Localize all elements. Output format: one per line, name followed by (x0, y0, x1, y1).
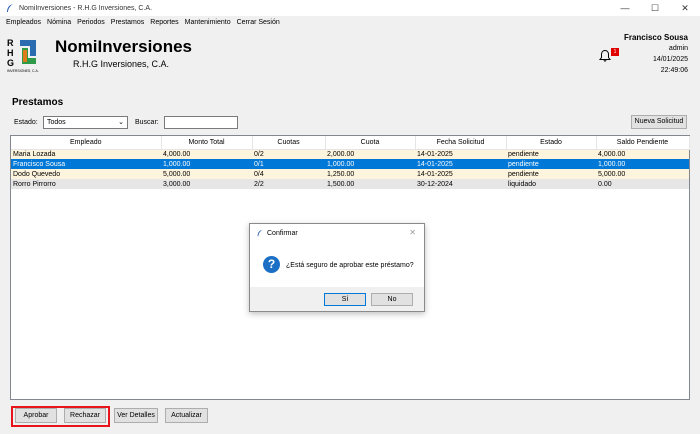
svg-text:INVERSIONES, C.A.: INVERSIONES, C.A. (7, 69, 39, 73)
user-name: Francisco Sousa (623, 33, 688, 42)
table-cell: liquidado (506, 179, 596, 189)
column-header[interactable]: Cuota (325, 136, 416, 150)
table-row-selected[interactable]: Francisco Sousa 1,000.00 0/1 1,000.00 14… (11, 159, 689, 169)
table-row[interactable]: Dodo Quevedo 5,000.00 0/4 1,250.00 14-01… (11, 169, 689, 179)
menu-bar: Empleados Nómina Periodos Prestamos Repo… (0, 16, 700, 29)
maximize-button[interactable]: ☐ (640, 0, 670, 16)
page-title: Prestamos (12, 97, 64, 108)
table-cell: Rorro Pirrorro (11, 179, 161, 189)
dialog-footer: Sí No (250, 287, 424, 311)
table-cell: 0.00 (596, 179, 689, 189)
yes-button[interactable]: Sí (324, 293, 366, 306)
menu-mantenimiento[interactable]: Mantenimiento (182, 19, 234, 26)
svg-text:R: R (7, 38, 14, 48)
dialog-title-bar: Confirmar ✕ (250, 224, 424, 242)
table-cell: pendiente (506, 169, 596, 179)
table-cell: 5,000.00 (161, 169, 252, 179)
column-header[interactable]: Monto Total (161, 136, 253, 150)
window-title: NomiInversiones - R.H.G Inversiones, C.A… (19, 4, 153, 12)
column-header[interactable]: Saldo Pendiente (596, 136, 690, 150)
minimize-button[interactable]: — (610, 0, 640, 16)
no-button[interactable]: No (371, 293, 413, 306)
current-time: 22:49:06 (660, 67, 688, 74)
menu-nomina[interactable]: Nómina (44, 19, 74, 26)
notification-badge: 1 (611, 48, 619, 56)
actualizar-button[interactable]: Actualizar (165, 408, 208, 423)
table-cell: 14-01-2025 (415, 149, 506, 159)
column-header[interactable]: Fecha Solicitud (415, 136, 507, 150)
menu-empleados[interactable]: Empleados (3, 19, 44, 26)
table-cell: 1,000.00 (596, 159, 689, 169)
ver-detalles-button[interactable]: Ver Detalles (114, 408, 158, 423)
aprobar-button[interactable]: Aprobar (15, 408, 57, 423)
table-cell: 2,000.00 (325, 149, 415, 159)
window-title-bar: NomiInversiones - R.H.G Inversiones, C.A… (0, 0, 700, 16)
table-cell: Maria Lozada (11, 149, 161, 159)
table-cell: pendiente (506, 159, 596, 169)
table-cell: pendiente (506, 149, 596, 159)
table-cell: 3,000.00 (161, 179, 252, 189)
search-input[interactable] (164, 116, 238, 129)
table-cell: 1,000.00 (161, 159, 252, 169)
estado-value: Todos (47, 119, 66, 126)
nueva-solicitud-button[interactable]: Nueva Solicitud (631, 115, 687, 129)
chevron-down-icon: ⌄ (118, 119, 124, 126)
table-cell: 4,000.00 (596, 149, 689, 159)
column-header[interactable]: Empleado (11, 136, 162, 150)
estado-label: Estado: (14, 119, 38, 126)
estado-select[interactable]: Todos ⌄ (43, 116, 128, 129)
table-header-row: Empleado Monto Total Cuotas Cuota Fecha … (11, 136, 690, 150)
table-cell: Francisco Sousa (11, 159, 161, 169)
rechazar-button[interactable]: Rechazar (64, 408, 106, 423)
table-cell: 1,000.00 (325, 159, 415, 169)
question-icon: ? (263, 256, 280, 273)
menu-prestamos[interactable]: Prestamos (108, 19, 147, 26)
svg-text:G: G (7, 58, 14, 68)
table-cell: 0/1 (252, 159, 325, 169)
company-logo: R H G INVERSIONES, C.A. (7, 38, 39, 73)
menu-reportes[interactable]: Reportes (147, 19, 181, 26)
table-cell: 5,000.00 (596, 169, 689, 179)
feather-icon (257, 229, 263, 237)
table-cell: 0/4 (252, 169, 325, 179)
table-cell: 30-12-2024 (415, 179, 506, 189)
table-cell: 1,500.00 (325, 179, 415, 189)
table-cell: Dodo Quevedo (11, 169, 161, 179)
brand-title: NomiInversiones (55, 37, 192, 56)
bell-icon[interactable] (598, 49, 612, 63)
brand-subtitle: R.H.G Inversiones, C.A. (73, 59, 170, 69)
confirm-dialog: Confirmar ✕ ? ¿Está seguro de aprobar es… (249, 223, 425, 312)
app-header: R H G INVERSIONES, C.A. NomiInversiones … (0, 29, 700, 84)
table-cell: 2/2 (252, 179, 325, 189)
table-cell: 0/2 (252, 149, 325, 159)
svg-text:H: H (7, 48, 14, 58)
current-date: 14/01/2025 (652, 56, 688, 63)
dialog-title: Confirmar (267, 230, 298, 237)
dialog-message: ¿Está seguro de aprobar este préstamo? (286, 262, 414, 269)
feather-icon (7, 4, 13, 12)
close-window-button[interactable]: ✕ (670, 0, 700, 16)
table-row[interactable]: Rorro Pirrorro 3,000.00 2/2 1,500.00 30-… (11, 179, 689, 189)
table-cell: 14-01-2025 (415, 159, 506, 169)
table-cell: 14-01-2025 (415, 169, 506, 179)
close-icon[interactable]: ✕ (409, 228, 416, 237)
table-cell: 4,000.00 (161, 149, 252, 159)
menu-periodos[interactable]: Periodos (74, 19, 108, 26)
table-cell: 1,250.00 (325, 169, 415, 179)
column-header[interactable]: Cuotas (252, 136, 326, 150)
table-row[interactable]: Maria Lozada 4,000.00 0/2 2,000.00 14-01… (11, 149, 689, 159)
user-role: admin (668, 45, 688, 52)
column-header[interactable]: Estado (506, 136, 597, 150)
menu-cerrar-sesion[interactable]: Cerrar Sesión (234, 19, 283, 26)
buscar-label: Buscar: (135, 119, 159, 126)
